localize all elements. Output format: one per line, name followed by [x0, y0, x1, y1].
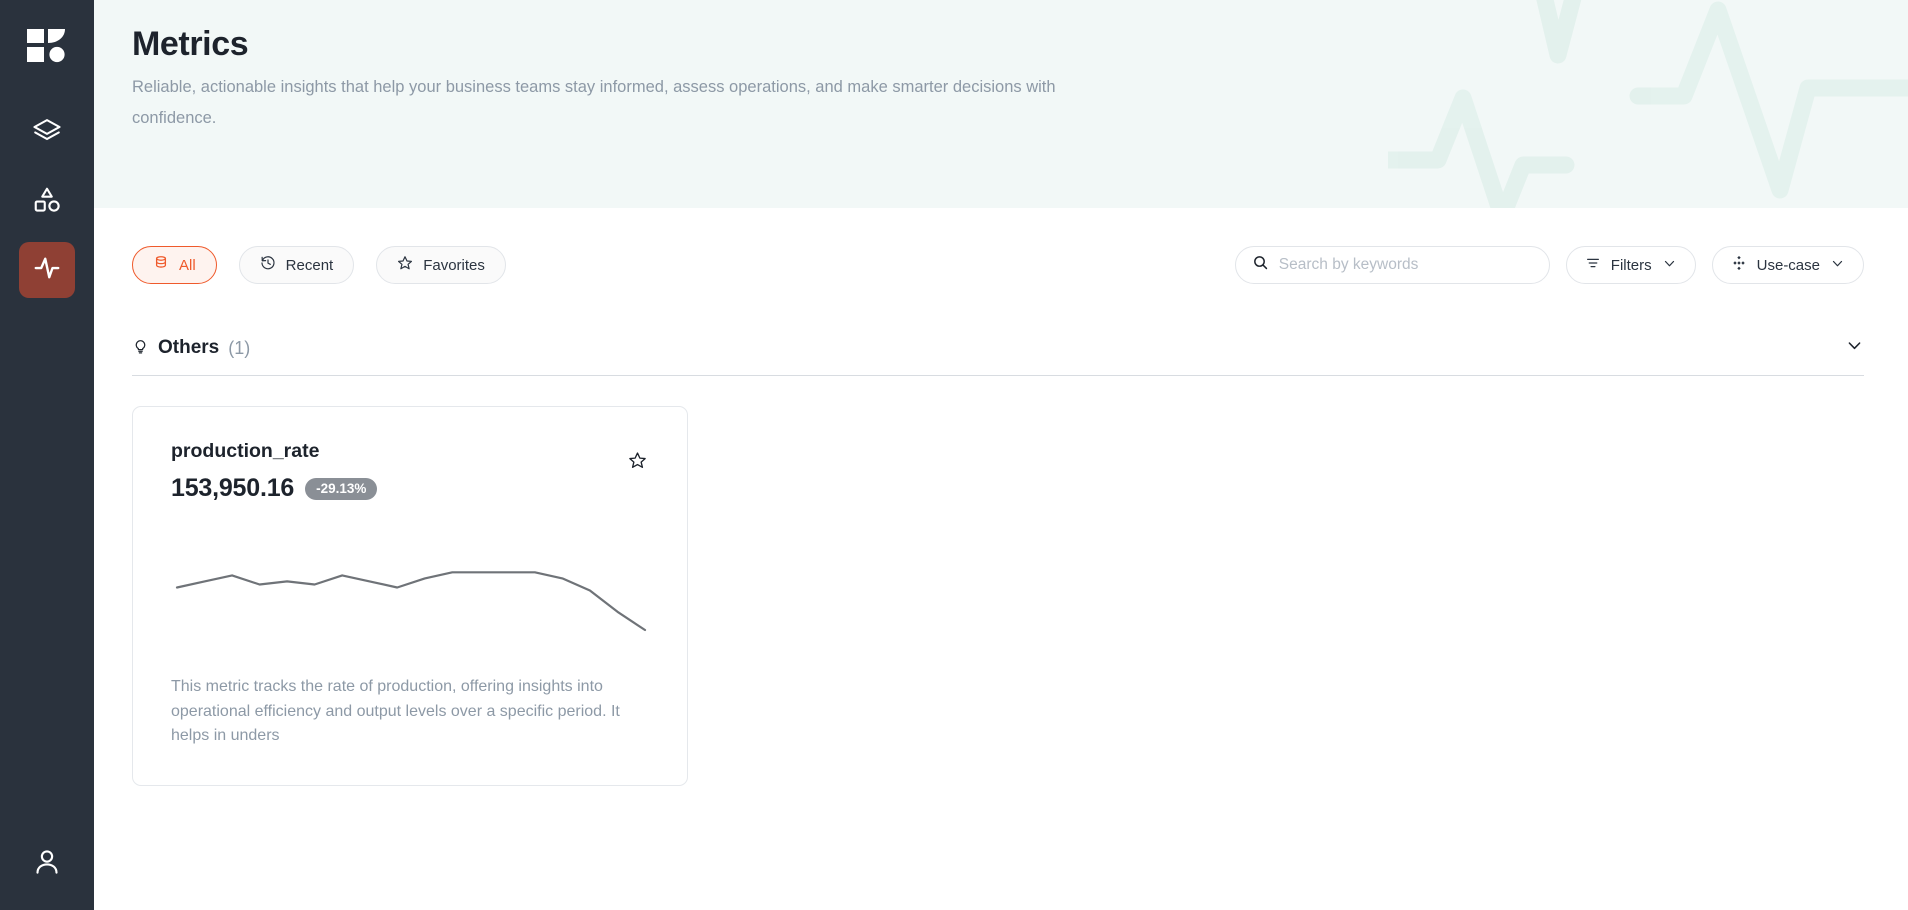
page-header: Metrics Reliable, actionable insights th… — [94, 0, 1908, 208]
sparkline-chart — [171, 545, 649, 650]
others-section: Others (1) production_rate 153,950.16 -2… — [94, 336, 1908, 786]
chip-recent[interactable]: Recent — [238, 246, 355, 284]
filters-label: Filters — [1610, 256, 1652, 274]
star-outline-icon — [628, 452, 647, 474]
toolbar: All Recent Favorites Search by keywords … — [94, 246, 1908, 284]
chevron-down-icon — [1830, 256, 1845, 275]
chevron-down-icon — [1662, 256, 1677, 275]
metric-name: production_rate — [171, 440, 320, 462]
filter-chip-group: All Recent Favorites — [132, 246, 506, 284]
section-header: Others (1) — [132, 336, 1864, 376]
metric-card-list: production_rate 153,950.16 -29.13% This … — [132, 406, 1864, 786]
layers-icon — [32, 117, 62, 152]
chip-favorites-label: Favorites — [423, 256, 485, 274]
sidebar-item-shapes[interactable] — [19, 174, 75, 230]
section-title: Others — [158, 337, 220, 358]
search-input[interactable] — [1278, 256, 1533, 274]
section-count: (1) — [228, 337, 251, 358]
search-icon — [1252, 254, 1269, 276]
metric-value-row: 153,950.16 -29.13% — [171, 474, 649, 503]
main-content: Metrics Reliable, actionable insights th… — [94, 0, 1908, 910]
star-icon — [397, 255, 413, 275]
page-subtitle: Reliable, actionable insights that help … — [132, 78, 1056, 127]
database-icon — [153, 255, 169, 275]
chevron-down-icon — [1845, 336, 1864, 360]
app-root: Metrics Reliable, actionable insights th… — [0, 0, 1908, 910]
toolbar-right-controls: Filters — [1234, 246, 1864, 284]
app-logo-icon[interactable] — [19, 18, 75, 74]
filter-lines-icon — [1585, 255, 1601, 275]
sidebar-nav — [19, 106, 75, 298]
favorite-toggle[interactable] — [628, 451, 647, 475]
usecase-dropdown[interactable]: Use-case — [1711, 246, 1864, 284]
shapes-icon — [32, 185, 62, 220]
user-profile-icon — [32, 847, 62, 882]
sidebar — [0, 0, 94, 910]
sidebar-item-metrics[interactable] — [19, 242, 75, 298]
search-box[interactable] — [1234, 246, 1550, 284]
metric-change-badge: -29.13% — [305, 477, 378, 500]
chip-recent-label: Recent — [285, 256, 334, 274]
chip-favorites[interactable]: Favorites — [376, 246, 506, 284]
filters-dropdown[interactable]: Filters — [1565, 246, 1696, 284]
history-clock-icon — [260, 255, 276, 275]
section-collapse-toggle[interactable] — [1845, 336, 1864, 360]
activity-pulse-icon — [32, 253, 62, 288]
sidebar-item-profile[interactable] — [19, 836, 75, 892]
metric-value: 153,950.16 — [171, 474, 295, 502]
section-title-group: Others (1) — [132, 337, 250, 359]
chip-all-label: All — [179, 256, 196, 274]
diamond-cluster-icon — [1731, 255, 1747, 275]
metric-card[interactable]: production_rate 153,950.16 -29.13% This … — [132, 406, 688, 786]
sidebar-item-layers[interactable] — [19, 106, 75, 162]
chip-all[interactable]: All — [132, 246, 217, 284]
metric-description: This metric tracks the rate of productio… — [171, 678, 620, 744]
lightbulb-icon — [132, 337, 149, 359]
page-title: Metrics — [132, 25, 249, 63]
usecase-label: Use-case — [1756, 256, 1820, 274]
